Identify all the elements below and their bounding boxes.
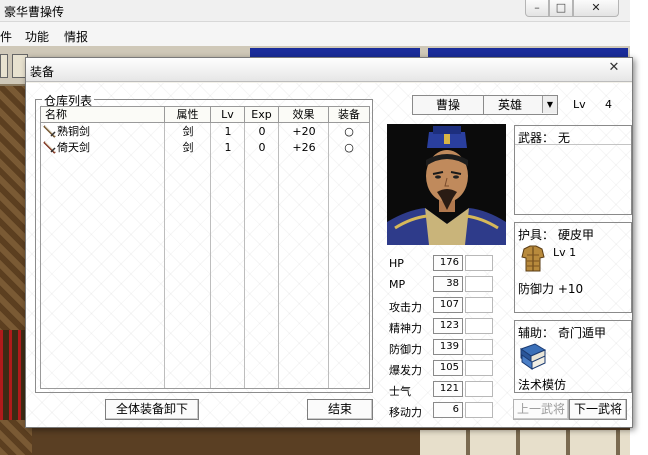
armor-slot[interactable]: 护具： 硬皮甲 Lv 1 防御力 +10 bbox=[514, 222, 632, 313]
close-button[interactable]: ✕ bbox=[573, 0, 619, 17]
column-divider bbox=[165, 123, 211, 388]
dialog-titlebar[interactable]: 装备 ✕ bbox=[26, 58, 632, 82]
item-exp: 0 bbox=[258, 125, 266, 138]
col-header-equip[interactable]: 装备 bbox=[329, 107, 369, 123]
armor-stat: 防御力 +10 bbox=[518, 282, 584, 296]
unequip-all-button[interactable]: 全体装备卸下 bbox=[105, 399, 199, 420]
stat-gauge bbox=[465, 360, 493, 376]
equipment-dialog: 装备 ✕ 仓库列表 名称 属性 Lv Exp 效果 装备 熟铜剑 剑 1 0 +… bbox=[25, 57, 633, 428]
equip-mark[interactable]: ○ bbox=[329, 124, 369, 139]
end-button[interactable]: 结束 bbox=[307, 399, 373, 420]
menu-item-info[interactable]: 情报 bbox=[64, 28, 88, 45]
stat-label-morale: 士气 bbox=[389, 385, 411, 398]
stat-value-spirit: 123 bbox=[433, 318, 463, 334]
minimize-button[interactable]: – bbox=[525, 0, 549, 17]
slot-label: 辅助： bbox=[518, 326, 555, 340]
dialog-title: 装备 bbox=[30, 65, 55, 79]
column-divider bbox=[245, 123, 279, 388]
stat-label-burst: 爆发力 bbox=[389, 364, 422, 377]
map-floor-tiles bbox=[420, 430, 630, 455]
sword-icon bbox=[43, 141, 56, 154]
tool-icon[interactable] bbox=[0, 54, 8, 78]
stat-label-move: 移动力 bbox=[389, 406, 422, 419]
item-name: 倚天剑 bbox=[57, 141, 90, 154]
stat-gauge bbox=[465, 402, 493, 418]
stat-gauge bbox=[465, 381, 493, 397]
dialog-body: 仓库列表 名称 属性 Lv Exp 效果 装备 熟铜剑 剑 1 0 +20 ○ … bbox=[26, 83, 632, 427]
column-divider bbox=[211, 123, 245, 388]
next-general-button[interactable]: 下一武将 bbox=[569, 399, 627, 420]
col-header-name[interactable]: 名称 bbox=[41, 107, 165, 123]
stat-value-attack: 107 bbox=[433, 297, 463, 313]
col-header-exp[interactable]: Exp bbox=[245, 107, 279, 123]
item-lv: 1 bbox=[224, 141, 232, 154]
stat-value-mp: 38 bbox=[433, 276, 463, 292]
stat-label-attack: 攻击力 bbox=[389, 301, 422, 314]
column-divider bbox=[279, 123, 329, 388]
storage-table: 名称 属性 Lv Exp 效果 装备 熟铜剑 剑 1 0 +20 ○ 倚天剑 剑… bbox=[40, 106, 370, 389]
stat-label-spirit: 精神力 bbox=[389, 322, 422, 335]
table-header: 名称 属性 Lv Exp 效果 装备 bbox=[41, 107, 369, 123]
item-attr: 剑 bbox=[182, 141, 194, 154]
close-icon[interactable]: ✕ bbox=[600, 60, 628, 78]
armor-level: Lv 1 bbox=[553, 246, 577, 259]
stat-value-morale: 121 bbox=[433, 381, 463, 397]
stat-value-move: 6 bbox=[433, 402, 463, 418]
item-exp: 0 bbox=[258, 141, 266, 154]
col-header-lv[interactable]: Lv bbox=[211, 107, 245, 123]
character-portrait bbox=[387, 124, 506, 245]
accessory-slot[interactable]: 辅助： 奇门遁甲 法术模仿 bbox=[514, 320, 632, 393]
game-menubar: 件 功能 情报 bbox=[0, 22, 630, 46]
menu-item-file[interactable]: 件 bbox=[0, 28, 12, 45]
menu-item-function[interactable]: 功能 bbox=[25, 28, 49, 45]
item-name: 熟铜剑 bbox=[57, 125, 90, 138]
stat-gauge bbox=[465, 276, 493, 292]
column-divider bbox=[41, 123, 165, 388]
class-value: 英雄 bbox=[498, 98, 523, 112]
accessory-stat: 法术模仿 bbox=[518, 378, 567, 392]
slot-value: 硬皮甲 bbox=[558, 228, 595, 242]
chevron-down-icon[interactable]: ▼ bbox=[542, 96, 557, 113]
stat-value-defense: 139 bbox=[433, 339, 463, 355]
table-row[interactable]: 倚天剑 剑 1 0 +26 ○ bbox=[41, 140, 369, 155]
stat-label-hp: HP bbox=[389, 257, 404, 270]
stat-label-defense: 防御力 bbox=[389, 343, 422, 356]
prev-general-button[interactable]: 上一武将 bbox=[513, 399, 569, 420]
stat-label-mp: MP bbox=[389, 278, 406, 291]
level-label: Lv bbox=[573, 98, 586, 111]
book-icon bbox=[519, 343, 547, 370]
armor-icon bbox=[521, 245, 545, 272]
col-header-attr[interactable]: 属性 bbox=[165, 107, 211, 123]
stat-gauge bbox=[465, 318, 493, 334]
maximize-button[interactable]: □ bbox=[549, 0, 573, 17]
stat-value-burst: 105 bbox=[433, 360, 463, 376]
item-effect: +20 bbox=[292, 125, 316, 138]
game-title: 豪华曹操传 bbox=[4, 5, 65, 19]
slot-label: 护具： bbox=[518, 228, 555, 242]
storage-group: 仓库列表 名称 属性 Lv Exp 效果 装备 熟铜剑 剑 1 0 +20 ○ … bbox=[35, 92, 373, 393]
col-header-effect[interactable]: 效果 bbox=[279, 107, 329, 123]
weapon-slot[interactable]: 武器： 无 bbox=[514, 125, 632, 215]
equip-mark[interactable]: ○ bbox=[329, 140, 369, 155]
table-row[interactable]: 熟铜剑 剑 1 0 +20 ○ bbox=[41, 124, 369, 139]
stat-gauge bbox=[465, 297, 493, 313]
stat-value-hp: 176 bbox=[433, 255, 463, 271]
item-lv: 1 bbox=[224, 125, 232, 138]
slot-value: 奇门遁甲 bbox=[558, 326, 607, 340]
item-attr: 剑 bbox=[182, 125, 194, 138]
stat-gauge bbox=[465, 339, 493, 355]
divider bbox=[515, 144, 631, 145]
item-effect: +26 bbox=[292, 141, 316, 154]
character-name[interactable]: 曹操 bbox=[412, 95, 484, 115]
sword-icon bbox=[43, 125, 56, 138]
stat-gauge bbox=[465, 255, 493, 271]
level-value: 4 bbox=[605, 98, 612, 111]
